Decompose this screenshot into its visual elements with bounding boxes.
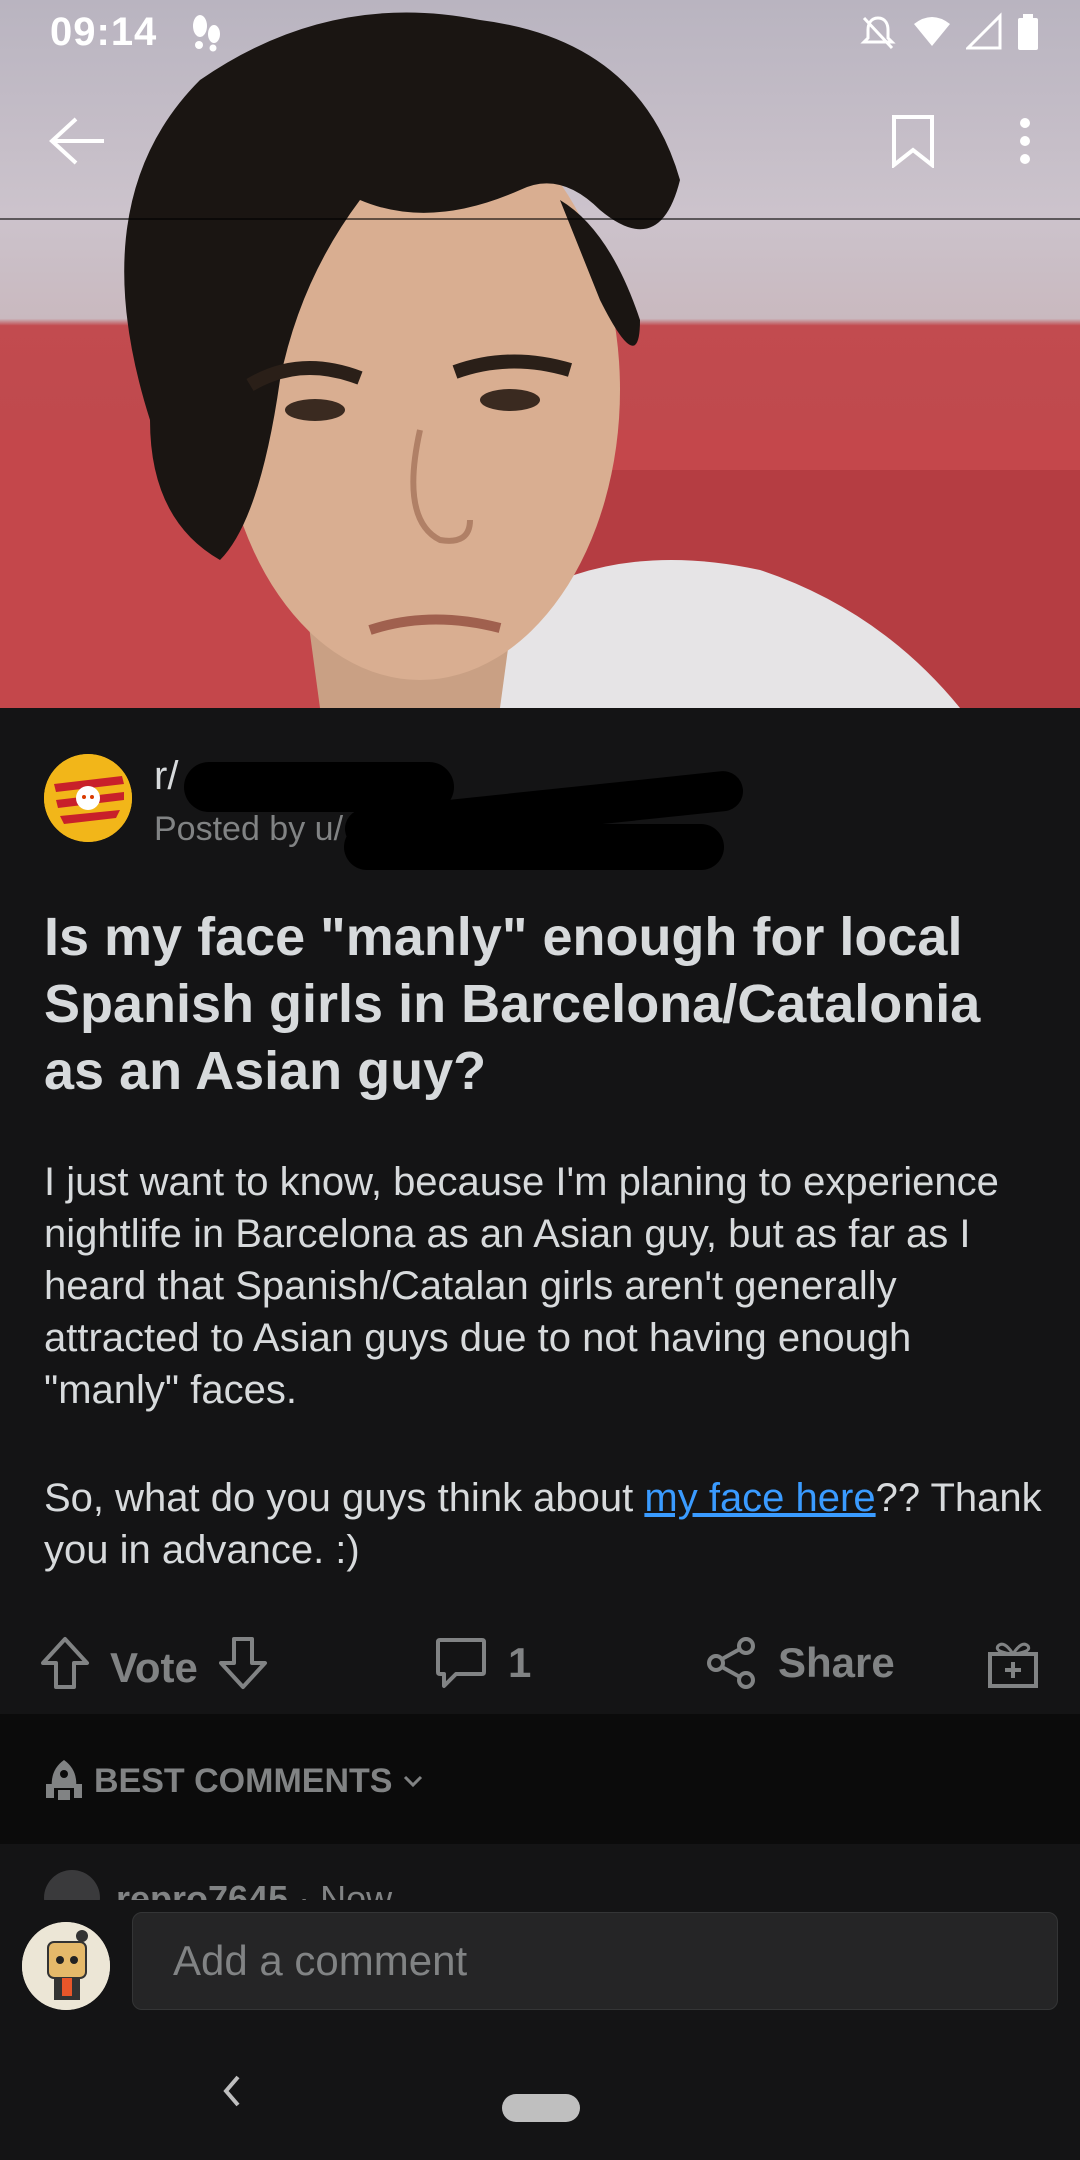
share-label: Share [778, 1639, 895, 1686]
back-button[interactable] [42, 106, 112, 176]
post-top-bar [0, 66, 1080, 220]
post-title: Is my face "manly" enough for local Span… [44, 907, 981, 1101]
comment-count: 1 [508, 1639, 532, 1686]
vote-label: Vote [110, 1644, 198, 1691]
catalonia-flag-icon [44, 754, 132, 842]
share-button[interactable]: Share [704, 1636, 895, 1690]
user-avatar[interactable] [22, 1922, 110, 2010]
sort-label: BEST COMMENTS [94, 1761, 393, 1800]
body-text-prefix: So, what do you guys think about [44, 1476, 645, 1520]
status-time: 09:14 [50, 10, 158, 54]
comment-icon [436, 1638, 486, 1688]
comments-header: BEST COMMENTS [0, 1714, 1080, 1844]
nav-back-icon [223, 2075, 240, 2107]
system-home-pill[interactable] [502, 2094, 580, 2122]
status-icons [858, 12, 1040, 62]
comment-input[interactable] [132, 1912, 1058, 2010]
bookmark-icon [892, 115, 934, 168]
system-back-button[interactable] [222, 2074, 242, 2113]
post-image[interactable]: 09:14 [0, 0, 1080, 708]
post-body: I just want to know, because I'm planing… [44, 1156, 1044, 1632]
award-icon [988, 1642, 1038, 1688]
vote-group: Vote [40, 1636, 268, 1700]
award-button[interactable] [986, 1636, 1040, 1690]
post-body-paragraph: I just want to know, because I'm planing… [44, 1160, 999, 1412]
comment-composer [0, 1900, 1080, 2020]
face-link[interactable]: my face here [644, 1476, 875, 1520]
redaction-mark [344, 824, 724, 870]
wifi-icon [912, 12, 952, 62]
comments-button[interactable]: 1 [434, 1636, 531, 1690]
system-nav-bar [0, 2020, 1080, 2160]
more-options-button[interactable] [990, 106, 1060, 176]
downvote-icon [218, 1637, 267, 1689]
post-body-paragraph: So, what do you guys think about my face… [44, 1472, 1044, 1576]
battery-icon [1016, 12, 1040, 62]
upvote-icon [41, 1637, 89, 1689]
post-meta: r/ Posted by u/ [44, 754, 745, 870]
share-icon [707, 1637, 755, 1689]
chevron-down-icon [404, 1775, 423, 1788]
upvote-button[interactable] [40, 1636, 90, 1700]
subreddit-avatar[interactable] [44, 754, 132, 842]
signal-icon [964, 12, 1002, 62]
downvote-button[interactable] [218, 1636, 268, 1700]
status-bar: 09:14 [0, 0, 1080, 66]
save-button[interactable] [878, 106, 948, 176]
snoo-avatar-icon [22, 1922, 110, 2010]
post-content: r/ Posted by u/ Is my face "manly" enoug… [0, 708, 1080, 1714]
post-actions: Vote 1 Share [0, 1614, 1080, 1714]
mute-bell-icon [858, 12, 898, 62]
subreddit-name[interactable]: r/ [154, 754, 178, 799]
comment-sort-button[interactable]: BEST COMMENTS [44, 1758, 424, 1804]
more-vertical-icon [1020, 118, 1030, 164]
rocket-icon [46, 1760, 82, 1800]
back-arrow-icon [49, 117, 104, 165]
posted-by[interactable]: Posted by u/ [154, 810, 343, 849]
notification-icon [190, 12, 224, 62]
